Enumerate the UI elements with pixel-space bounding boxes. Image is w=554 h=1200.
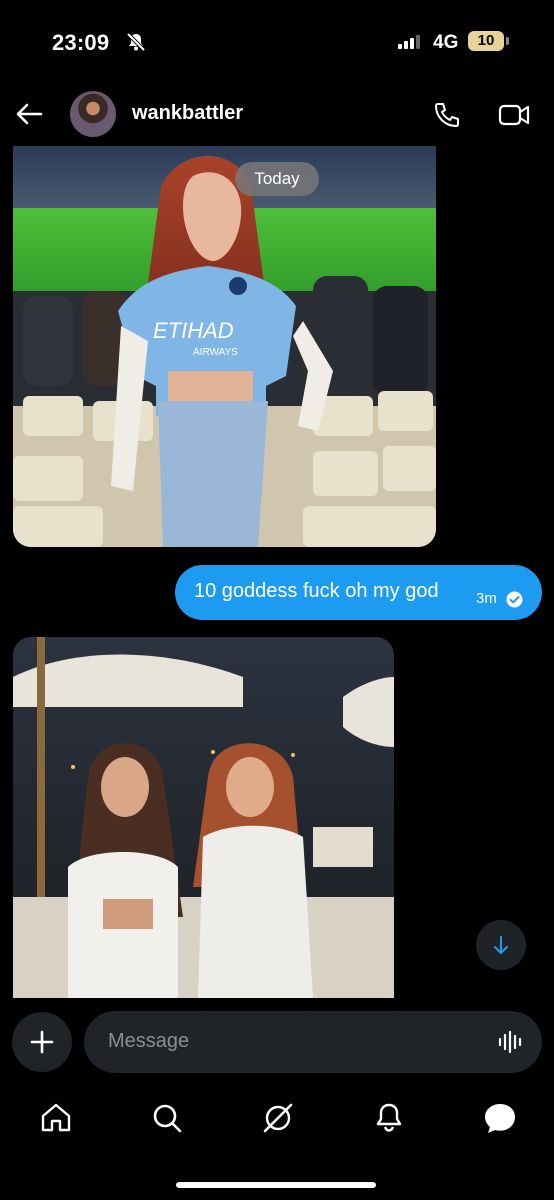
date-separator: Today — [235, 162, 319, 196]
grok-icon[interactable] — [260, 1100, 296, 1136]
message-text: 10 goddess fuck oh my god — [194, 580, 439, 602]
jersey-sponsor: ETIHAD — [153, 318, 234, 343]
back-arrow-icon[interactable] — [14, 100, 44, 128]
plus-icon — [30, 1030, 54, 1054]
chat-image-two-women[interactable] — [13, 637, 394, 998]
arrow-down-icon — [494, 936, 508, 954]
video-call-icon[interactable] — [498, 100, 530, 130]
avatar[interactable] — [70, 91, 116, 137]
home-icon[interactable] — [38, 1100, 74, 1136]
bell-off-icon — [126, 32, 146, 52]
phone-icon[interactable] — [432, 100, 462, 130]
read-check-icon — [506, 591, 523, 608]
voice-message-icon[interactable] — [497, 1030, 525, 1054]
add-attachment-button[interactable] — [12, 1012, 72, 1072]
jersey-sponsor-sub: AIRWAYS — [193, 347, 238, 358]
home-indicator — [176, 1182, 376, 1188]
scroll-to-bottom-button[interactable] — [476, 920, 526, 970]
notifications-icon[interactable] — [371, 1100, 407, 1136]
message-time: 3m — [476, 590, 497, 607]
username[interactable]: wankbattler — [132, 102, 243, 125]
status-time: 23:09 — [52, 30, 110, 55]
messages-icon[interactable] — [482, 1100, 518, 1136]
battery-cap — [506, 37, 509, 45]
signal-icon — [398, 35, 420, 49]
search-icon[interactable] — [149, 1100, 185, 1136]
message-placeholder: Message — [108, 1030, 190, 1052]
battery-icon: 10 — [468, 31, 504, 51]
battery-level: 10 — [477, 32, 495, 49]
network-type: 4G — [433, 32, 459, 53]
chat-image-stadium[interactable]: ETIHAD AIRWAYS — [13, 146, 436, 547]
